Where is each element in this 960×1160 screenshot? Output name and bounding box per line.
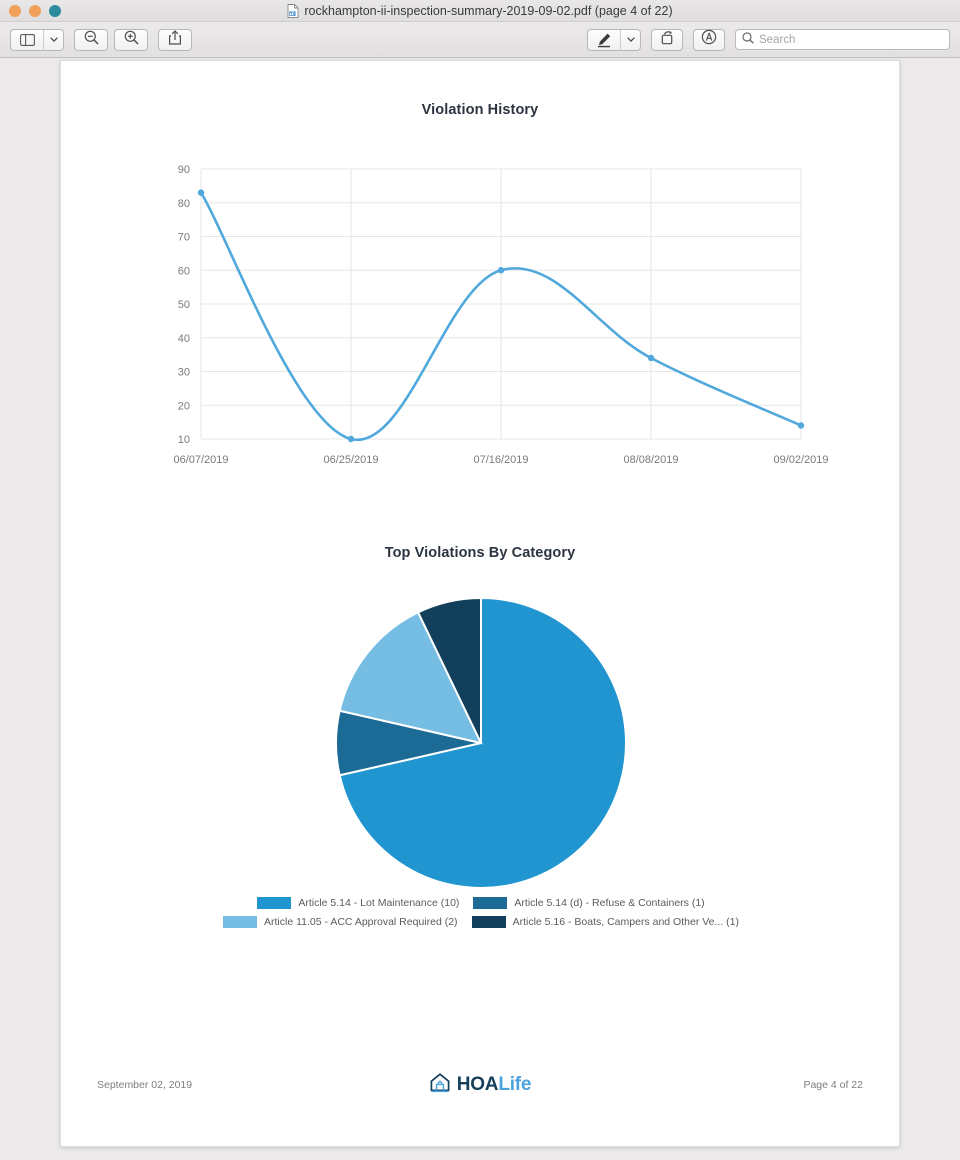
markup-pen-icon[interactable] <box>588 30 620 50</box>
pie-chart-svg <box>335 596 627 889</box>
line-chart-title: Violation History <box>421 102 539 118</box>
share-icon <box>168 29 182 50</box>
legend-label: Article 5.14 - Lot Maintenance (10) <box>298 897 460 909</box>
hoalife-logo: HOALife <box>297 1072 663 1098</box>
x-axis-tick-label: 08/08/2019 <box>623 454 678 466</box>
rotate-button[interactable] <box>651 28 683 51</box>
zoom-in-button[interactable] <box>114 28 148 51</box>
chevron-down-icon[interactable] <box>43 29 63 50</box>
search-icon <box>742 31 754 49</box>
x-axis-tick-label: 06/25/2019 <box>323 454 378 466</box>
line-data-point <box>647 354 655 362</box>
search-field[interactable] <box>735 29 950 50</box>
line-data-point <box>347 435 355 443</box>
zoom-out-button[interactable] <box>74 28 108 51</box>
footer-page-number: Page 4 of 22 <box>803 1079 863 1091</box>
y-axis-tick-label: 90 <box>178 164 190 176</box>
hoalife-house-icon <box>429 1072 451 1098</box>
y-axis-tick-label: 50 <box>178 299 190 311</box>
y-axis-tick-label: 70 <box>178 232 190 244</box>
legend-color-swatch <box>222 916 257 928</box>
legend-label: Article 11.05 - ACC Approval Required (2… <box>263 916 458 928</box>
chevron-down-icon[interactable] <box>620 29 640 50</box>
y-axis-tick-label: 40 <box>178 333 190 345</box>
y-axis-tick-label: 10 <box>178 434 190 446</box>
share-button[interactable] <box>158 28 192 51</box>
legend-item: Article 5.16 - Boats, Campers and Other … <box>471 916 739 928</box>
legend-color-swatch <box>471 916 506 928</box>
page-footer: September 02, 2019 HOALife Page 4 of 22 <box>61 1068 899 1102</box>
x-axis-tick-label: 07/16/2019 <box>473 454 528 466</box>
legend-label: Article 5.16 - Boats, Campers and Other … <box>512 916 739 928</box>
x-axis-tick-label: 06/07/2019 <box>173 454 228 466</box>
rotate-icon <box>660 30 675 50</box>
legend-row: Article 11.05 - ACC Approval Required (2… <box>222 916 739 928</box>
maximize-window-button[interactable] <box>49 4 61 17</box>
legend-label: Article 5.14 (d) - Refuse & Containers (… <box>514 897 705 909</box>
pie-chart-legend: Article 5.14 - Lot Maintenance (10) Artic… <box>61 897 901 928</box>
x-axis-tick-label: 09/02/2019 <box>773 454 828 466</box>
window-title-group: rockhampton-ii-inspection-summary-2019-0… <box>0 4 960 18</box>
pdf-scroll-area[interactable]: Violation History 10 20 30 40 50 60 70 80 90 06/0… <box>0 58 960 1160</box>
y-axis-tick-label: 80 <box>178 198 190 210</box>
top-violations-pie-chart <box>61 586 901 901</box>
legend-color-swatch <box>473 897 508 909</box>
y-axis-tick-label: 30 <box>178 367 190 379</box>
logo-text-primary: HOA <box>456 1074 499 1095</box>
close-window-button[interactable] <box>9 4 21 17</box>
legend-item: Article 5.14 - Lot Maintenance (10) <box>257 897 459 909</box>
search-input[interactable] <box>759 33 943 46</box>
line-data-point <box>197 189 205 196</box>
sidebar-panel-icon[interactable] <box>11 30 43 50</box>
preview-window: rockhampton-ii-inspection-summary-2019-0… <box>0 0 960 1160</box>
legend-color-swatch <box>257 897 292 909</box>
pie-chart-title: Top Violations By Category <box>384 545 576 561</box>
y-axis-tick-label: 60 <box>178 265 190 277</box>
line-chart-svg: 10 20 30 40 50 60 70 80 90 06/07/2019 06/25/2019 07… <box>173 164 828 466</box>
pdf-document-icon <box>287 3 299 18</box>
line-data-point <box>797 422 805 429</box>
sidebar-view-button[interactable] <box>10 28 64 51</box>
minimize-window-button[interactable] <box>29 4 41 17</box>
pdf-page: Violation History 10 20 30 40 50 60 70 80 90 06/0… <box>60 60 900 1147</box>
annotate-highlight-icon <box>701 29 717 50</box>
legend-item: Article 5.14 (d) - Refuse & Containers (… <box>473 897 705 909</box>
logo-text-secondary: Life <box>498 1074 532 1095</box>
traffic-light-group <box>0 4 61 17</box>
legend-item: Article 11.05 - ACC Approval Required (2… <box>222 916 458 928</box>
violation-history-line-chart: 10 20 30 40 50 60 70 80 90 06/07/2019 06/25/2019 07… <box>61 151 901 501</box>
window-title-text: rockhampton-ii-inspection-summary-2019-0… <box>304 3 673 18</box>
footer-date: September 02, 2019 <box>97 1079 193 1091</box>
markup-tool-button[interactable] <box>587 28 641 51</box>
window-titlebar: rockhampton-ii-inspection-summary-2019-0… <box>0 0 960 22</box>
zoom-in-icon <box>124 30 139 50</box>
pdf-toolbar <box>0 22 960 58</box>
zoom-out-icon <box>84 30 99 50</box>
line-data-point <box>497 267 505 274</box>
annotate-button[interactable] <box>693 28 725 51</box>
y-axis-tick-label: 20 <box>178 400 190 412</box>
legend-row: Article 5.14 - Lot Maintenance (10) Artic… <box>257 897 705 909</box>
